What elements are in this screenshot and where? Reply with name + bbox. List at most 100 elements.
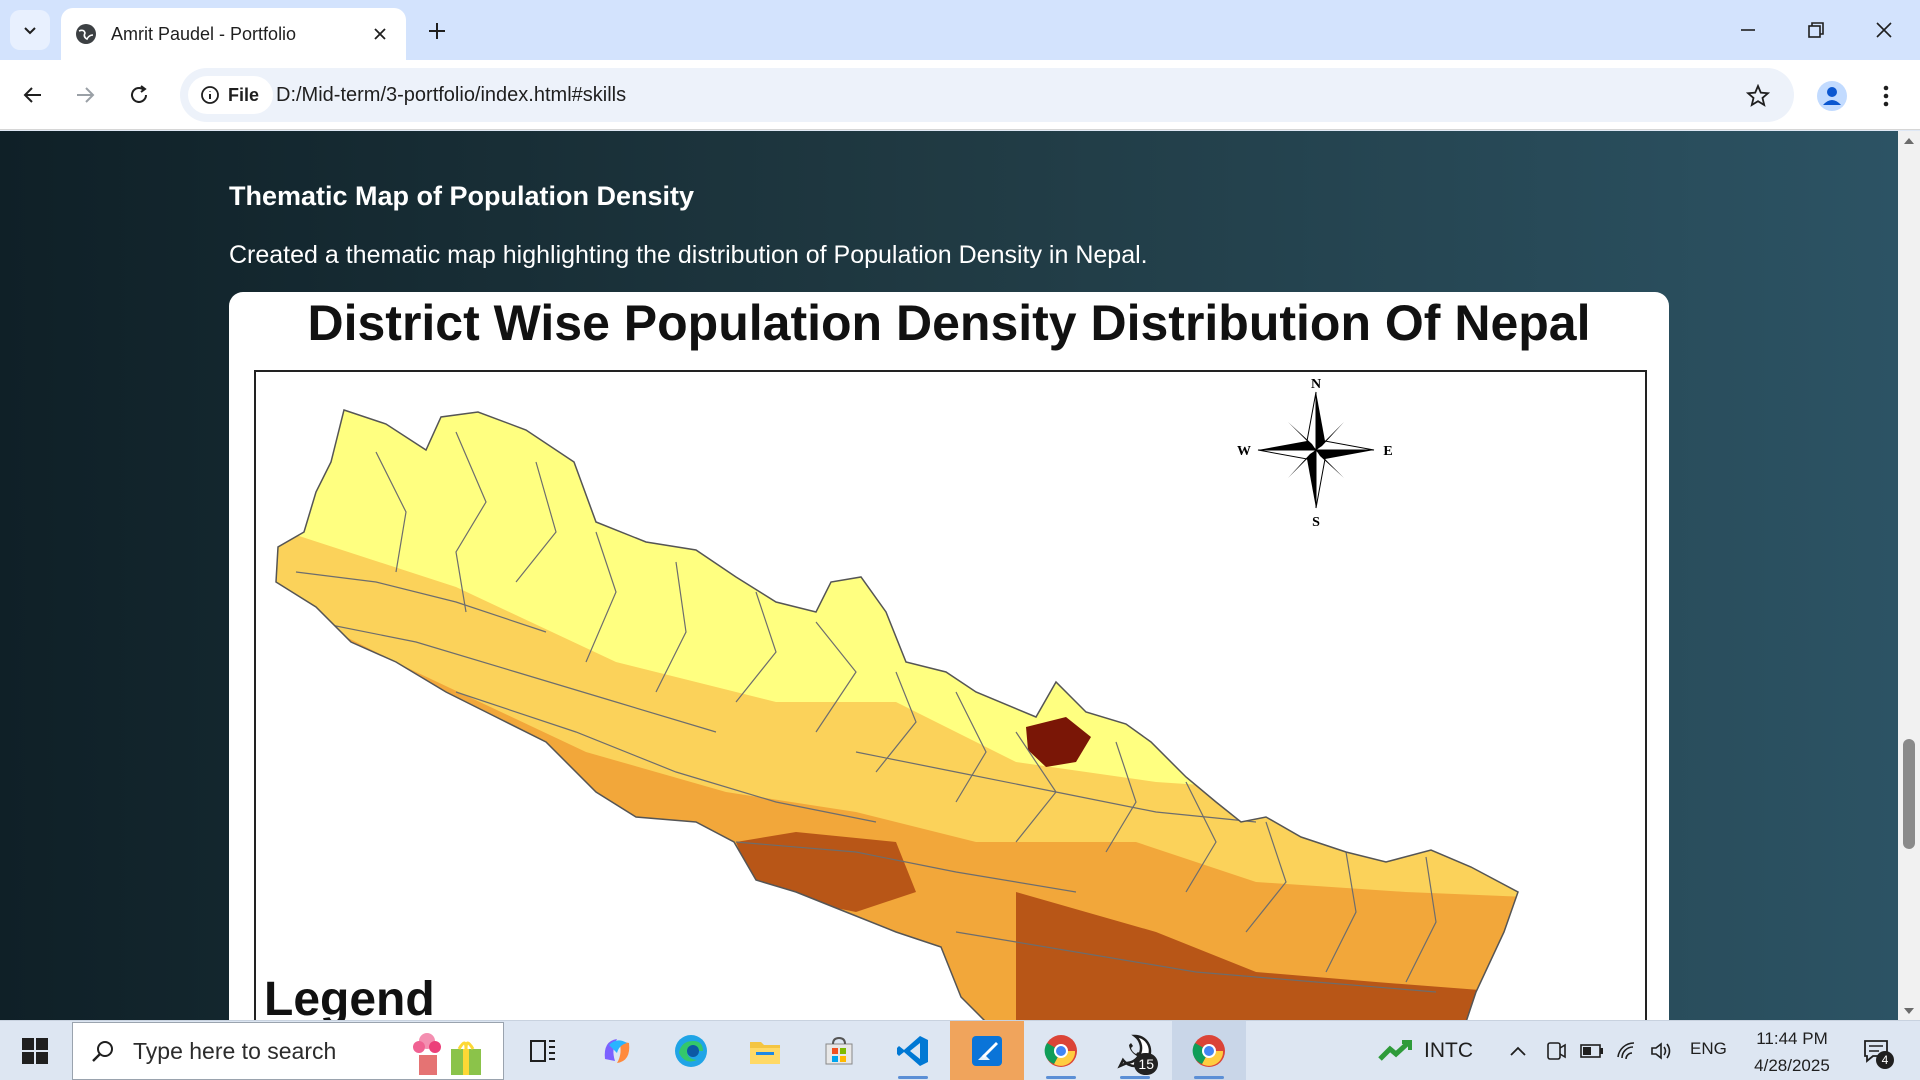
stock-widget[interactable]: INTC [1378, 1021, 1473, 1080]
paint-icon [972, 1036, 1002, 1066]
nepal-map: N S E W [275, 377, 1519, 1021]
scroll-up-button[interactable] [1898, 131, 1920, 151]
chrome-icon [1044, 1035, 1077, 1067]
file-explorer-icon [750, 1042, 780, 1064]
scroll-down-button[interactable] [1898, 1001, 1920, 1021]
profile-button[interactable] [1812, 76, 1852, 116]
task-view-icon [530, 1040, 555, 1062]
search-icon [73, 1039, 133, 1063]
notification-count: 4 [1876, 1051, 1894, 1069]
clock-time: 11:44 PM [1756, 1029, 1828, 1048]
whatsapp-badge: 15 [1134, 1053, 1158, 1075]
meet-now-button[interactable] [1542, 1037, 1570, 1065]
chrome-button[interactable] [1024, 1021, 1098, 1080]
battery-button[interactable] [1578, 1037, 1606, 1065]
network-button[interactable] [1614, 1037, 1642, 1065]
new-tab-button[interactable] [420, 14, 454, 48]
vscode-button[interactable] [876, 1021, 950, 1080]
minimize-button[interactable] [1718, 10, 1778, 50]
store-button[interactable] [802, 1021, 876, 1080]
chrome-icon [1192, 1035, 1225, 1067]
vscode-icon [897, 1036, 928, 1066]
triangle-up-icon [1904, 138, 1914, 144]
density-bands [276, 410, 1518, 1021]
paint-button[interactable] [950, 1021, 1024, 1080]
windows-logo-icon [22, 1038, 48, 1064]
task-view-button[interactable] [506, 1021, 580, 1080]
tab-search-button[interactable] [10, 10, 50, 50]
chevron-down-icon [24, 27, 36, 35]
scroll-thumb[interactable] [1903, 739, 1915, 849]
whatsapp-button[interactable]: 15 [1098, 1021, 1172, 1080]
globe-icon [76, 24, 96, 44]
compass-needle-s [1307, 450, 1316, 508]
minimize-icon [1741, 29, 1755, 31]
page-viewport: Thematic Map of Population Density Creat… [0, 131, 1898, 1021]
notification-center-button[interactable]: 4 [1856, 1033, 1896, 1069]
show-hidden-icons-button[interactable] [1504, 1037, 1532, 1065]
edge-icon [675, 1035, 707, 1067]
taskbar-search[interactable]: Type here to search [72, 1022, 504, 1080]
project-description: Created a thematic map highlighting the … [229, 241, 1148, 269]
browser-title-bar: Amrit Paudel - Portfolio [0, 0, 1920, 60]
page-scrollbar[interactable] [1898, 131, 1920, 1021]
site-info-chip[interactable]: File [188, 76, 274, 114]
start-button[interactable] [0, 1021, 70, 1080]
star-icon [1746, 84, 1770, 107]
stock-trend-up-icon [1378, 1040, 1412, 1061]
restore-icon [1808, 22, 1824, 38]
close-icon [374, 28, 386, 40]
compass-needle-e [1316, 450, 1374, 459]
info-icon [201, 86, 219, 104]
compass-label-e: E [1383, 444, 1392, 459]
legend-title: Legend [264, 973, 435, 1021]
clock-date: 4/28/2025 [1754, 1056, 1830, 1075]
copilot-button[interactable] [580, 1021, 654, 1080]
chevron-up-icon [1510, 1046, 1526, 1056]
project-title: Thematic Map of Population Density [229, 181, 695, 211]
wifi-icon [1617, 1042, 1635, 1060]
close-icon [1876, 22, 1892, 38]
map-image-card: District Wise Population Density Distrib… [229, 292, 1669, 1021]
input-language[interactable]: ENG [1690, 1039, 1727, 1059]
browser-tab[interactable]: Amrit Paudel - Portfolio [61, 8, 406, 60]
reload-icon [131, 85, 147, 103]
compass-label-n: N [1311, 377, 1321, 392]
bookmark-button[interactable] [1742, 80, 1774, 112]
camera-icon [1547, 1042, 1566, 1060]
forward-button[interactable] [64, 74, 106, 116]
chrome-window-button[interactable] [1172, 1021, 1246, 1080]
url-text[interactable]: D:/Mid-term/3-portfolio/index.html#skill… [276, 84, 626, 107]
arrow-right-icon [77, 87, 95, 103]
site-info-label: File [228, 84, 260, 105]
browser-menu-button[interactable] [1868, 76, 1904, 116]
arrow-left-icon [23, 87, 41, 103]
volume-button[interactable] [1648, 1037, 1676, 1065]
clock[interactable]: 11:44 PM 4/28/2025 [1742, 1025, 1842, 1079]
restore-button[interactable] [1786, 10, 1846, 50]
map-frame: N S E W Legend [254, 370, 1647, 1021]
microsoft-store-icon [825, 1036, 853, 1065]
more-vertical-icon [1883, 85, 1889, 107]
compass-label-s: S [1312, 515, 1320, 530]
reload-button[interactable] [118, 74, 160, 116]
address-bar[interactable]: File D:/Mid-term/3-portfolio/index.html#… [180, 68, 1794, 122]
edge-button[interactable] [654, 1021, 728, 1080]
compass-rose: N S E W [1237, 377, 1393, 530]
search-placeholder: Type here to search [133, 1037, 337, 1064]
file-explorer-button[interactable] [728, 1021, 802, 1080]
plus-icon [429, 23, 445, 39]
compass-needle-n [1316, 392, 1325, 450]
battery-icon [1580, 1044, 1603, 1058]
close-window-button[interactable] [1854, 10, 1914, 50]
compass-label-w: W [1237, 444, 1251, 459]
tab-close-button[interactable] [368, 22, 392, 46]
copilot-icon [604, 1039, 630, 1063]
speaker-icon [1651, 1042, 1671, 1060]
tab-title: Amrit Paudel - Portfolio [111, 23, 297, 44]
windows-taskbar: Type here to search 15 INTC ENG 11:44 PM… [0, 1020, 1920, 1080]
browser-toolbar: File D:/Mid-term/3-portfolio/index.html#… [0, 60, 1920, 130]
compass-needle-w [1258, 441, 1316, 450]
map-title: District Wise Population Density Distrib… [307, 295, 1591, 351]
back-button[interactable] [12, 74, 54, 116]
